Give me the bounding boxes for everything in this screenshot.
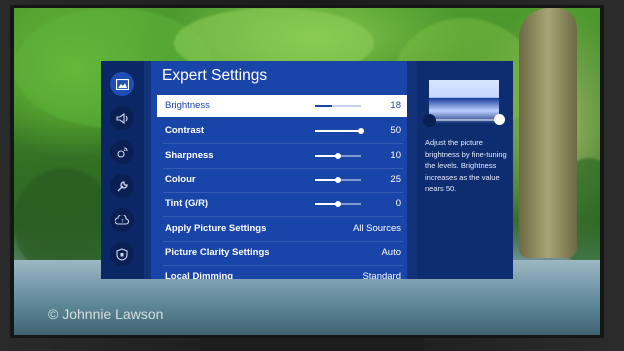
slider-thumb[interactable] — [358, 128, 364, 134]
setting-value: 10 — [390, 150, 401, 161]
preview-light-dot — [494, 114, 505, 125]
tools-icon[interactable] — [110, 174, 134, 198]
menu-title: Expert Settings — [162, 67, 268, 84]
colour-slider[interactable] — [315, 177, 361, 183]
setting-row-contrast[interactable]: Contrast 50 — [157, 120, 407, 142]
settings-sidebar: ? — [101, 61, 144, 279]
setting-value: All Sources — [352, 223, 401, 234]
setting-row-apply-picture[interactable]: Apply Picture Settings All Sources — [157, 218, 407, 240]
sound-icon[interactable] — [110, 106, 134, 130]
setting-label: Local Dimming — [165, 271, 234, 279]
tree-trunk — [519, 8, 577, 258]
slider-thumb[interactable] — [335, 201, 341, 207]
setting-label: Sharpness — [165, 150, 214, 161]
setting-value: 50 — [390, 125, 401, 136]
setting-value: 25 — [390, 174, 401, 185]
brightness-slider[interactable] — [315, 105, 361, 107]
watermark: © Johnnie Lawson — [48, 306, 164, 322]
brightness-preview-image — [429, 80, 499, 124]
tv-stand — [200, 338, 424, 351]
setting-label: Tint (G/R) — [165, 198, 209, 209]
setting-row-brightness[interactable]: Brightness 18 — [157, 95, 407, 117]
setting-label: Contrast — [165, 125, 205, 136]
slider-fill — [315, 105, 332, 107]
setting-label: Brightness — [165, 100, 210, 111]
setting-label: Apply Picture Settings — [165, 223, 267, 234]
setting-row-picture-clarity[interactable]: Picture Clarity Settings Auto — [157, 242, 407, 264]
cloud-support-icon[interactable]: ? — [110, 208, 134, 232]
setting-value: Standard — [362, 271, 401, 279]
setting-row-colour[interactable]: Colour 25 — [157, 169, 407, 191]
slider-thumb[interactable] — [335, 177, 341, 183]
contrast-slider[interactable] — [315, 128, 364, 134]
sharpness-slider[interactable] — [315, 153, 361, 159]
setting-row-tint[interactable]: Tint (G/R) 0 — [157, 193, 407, 215]
preview-dark-dot — [423, 114, 436, 127]
svg-text:?: ? — [121, 219, 124, 225]
setting-value: 0 — [395, 198, 401, 209]
setting-value: Auto — [381, 247, 401, 258]
broadcast-icon[interactable] — [110, 140, 134, 164]
setting-label: Colour — [165, 174, 196, 185]
slider-thumb[interactable] — [335, 153, 341, 159]
help-preview-panel: Adjust the picture brightness by fine-tu… — [417, 61, 513, 279]
setting-row-local-dimming[interactable]: Local Dimming Standard — [157, 266, 407, 279]
setting-row-sharpness[interactable]: Sharpness 10 — [157, 145, 407, 167]
shield-icon[interactable] — [110, 242, 134, 266]
setting-value: 18 — [390, 100, 401, 111]
preview-slider-track — [427, 119, 497, 121]
tint-slider[interactable] — [315, 201, 361, 207]
picture-icon[interactable] — [110, 72, 134, 96]
help-description: Adjust the picture brightness by fine-tu… — [425, 138, 507, 193]
setting-label: Picture Clarity Settings — [165, 247, 270, 258]
row-divider — [163, 143, 403, 144]
settings-list: Expert Settings Brightness 18 Contrast 5… — [151, 61, 407, 279]
expert-settings-panel: ? Expert Settings Brightness 18 Contrast… — [101, 61, 513, 279]
slider-fill — [315, 130, 361, 132]
row-divider — [163, 216, 403, 217]
